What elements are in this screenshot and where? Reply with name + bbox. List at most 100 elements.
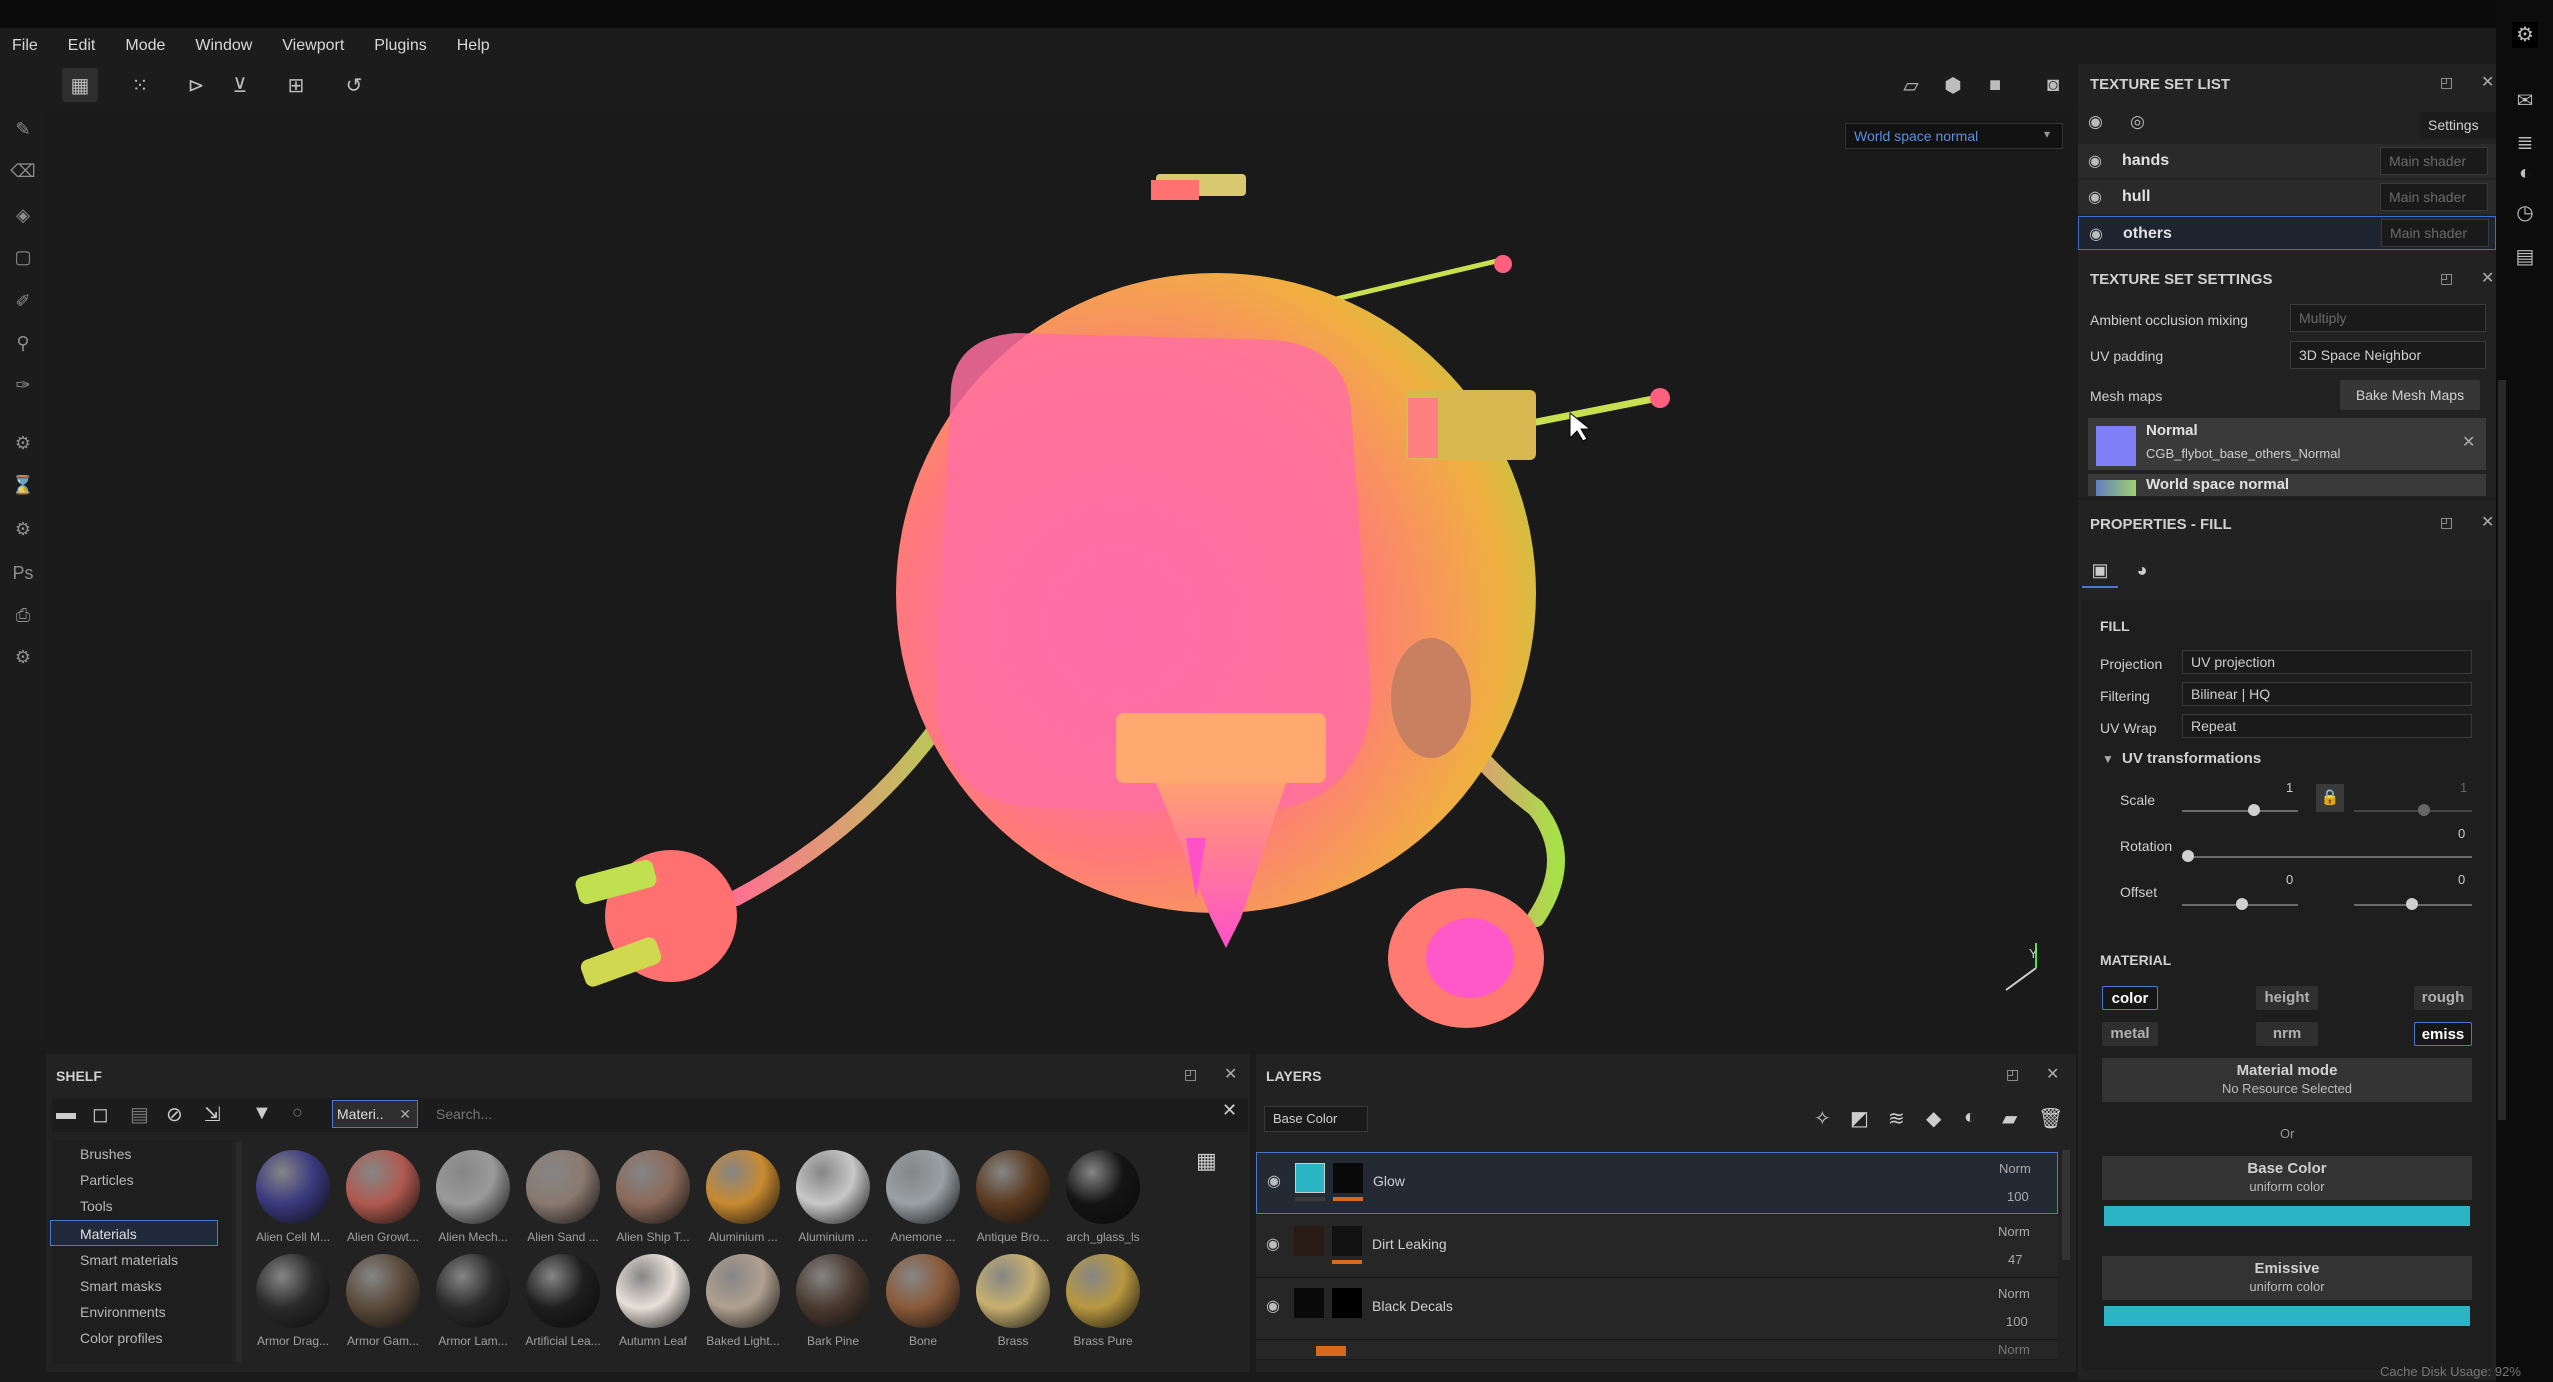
layer-blend-mode[interactable]: Norm (1998, 1224, 2030, 1239)
uv-transformations-label[interactable]: UV transformations (2122, 750, 2261, 767)
layer-row[interactable]: ◉ Black Decals Norm 100 (1256, 1278, 2058, 1340)
undock-icon[interactable]: ◰ (2440, 514, 2453, 531)
offset-slider-knob-2[interactable] (2406, 898, 2418, 910)
close-icon[interactable]: ✕ (2481, 512, 2494, 532)
shelf-category[interactable]: Environments (80, 1304, 166, 1320)
rotation-slider-track[interactable] (2182, 856, 2472, 858)
layer-blend-mode[interactable]: Norm (1999, 1161, 2031, 1176)
menu-viewport[interactable]: Viewport (282, 37, 344, 55)
scale-slider-knob-2[interactable] (2418, 804, 2430, 816)
shelf-category[interactable]: Particles (80, 1172, 134, 1188)
menu-mode[interactable]: Mode (125, 37, 165, 55)
eye-icon[interactable]: ◉ (1266, 1296, 1280, 1316)
add-effect-icon[interactable]: ≋ (1888, 1106, 1905, 1131)
paint-brush-icon[interactable]: ✎ (10, 116, 36, 142)
material-thumbnail[interactable] (706, 1150, 780, 1224)
channel-rough-toggle[interactable]: rough (2414, 986, 2472, 1010)
new-file-icon[interactable]: ◻ (92, 1102, 109, 1127)
projection-select[interactable]: UV projection (2182, 650, 2472, 674)
polygon-fill-icon[interactable]: ▢ (10, 244, 36, 270)
export-icon[interactable]: ⎙ (10, 602, 36, 628)
settings-button[interactable]: Settings (2420, 112, 2496, 138)
archive-icon[interactable]: ▤ (130, 1102, 149, 1127)
layer-blend-mode[interactable]: Norm (1998, 1342, 2030, 1357)
channel-nrm-toggle[interactable]: nrm (2256, 1022, 2318, 1046)
settings-gear-icon[interactable]: ⚙ (2512, 22, 2538, 48)
scale-slider-knob[interactable] (2248, 804, 2260, 816)
layers-stack-icon[interactable]: ≣ (2512, 130, 2538, 156)
layer-channel-select[interactable]: Base Color (1264, 1106, 1368, 1132)
menu-window[interactable]: Window (195, 37, 252, 55)
material-thumbnail[interactable] (526, 1254, 600, 1328)
material-thumbnail[interactable] (256, 1254, 330, 1328)
menu-plugins[interactable]: Plugins (374, 37, 426, 55)
undock-icon[interactable]: ◰ (2006, 1066, 2019, 1083)
chevron-down-icon[interactable]: ▼ (2102, 752, 2114, 766)
emissive-swatch[interactable] (2104, 1306, 2470, 1326)
texture-set-row[interactable]: ◉ hands Main shader (2078, 144, 2496, 178)
history-clock-icon[interactable]: ◷ (2512, 200, 2538, 226)
fill-properties-tab-icon[interactable]: ▣ (2082, 552, 2118, 588)
shading-icon[interactable]: ◐ (2512, 160, 2538, 186)
properties-scrollbar[interactable] (2498, 380, 2506, 1120)
material-mode-slot[interactable]: Material mode No Resource Selected (2102, 1058, 2472, 1102)
menu-edit[interactable]: Edit (68, 37, 96, 55)
material-thumbnail[interactable] (526, 1150, 600, 1224)
refresh-icon[interactable]: ○ (292, 1102, 303, 1123)
material-thumbnail[interactable] (1066, 1150, 1140, 1224)
shelf-category[interactable]: Materials (80, 1226, 137, 1242)
log-icon[interactable]: ▤ (2512, 244, 2538, 270)
ao-mixing-select[interactable]: Multiply (2290, 304, 2486, 332)
layer-row-selected[interactable]: ◉ Glow Norm 100 (1256, 1152, 2058, 1214)
shelf-category[interactable]: Tools (80, 1198, 113, 1214)
material-thumbnail[interactable] (886, 1254, 960, 1328)
shader-select[interactable]: Main shader (2380, 147, 2488, 175)
material-thumbnail[interactable] (436, 1254, 510, 1328)
material-thumbnail[interactable] (346, 1150, 420, 1224)
shelf-category[interactable]: Color profiles (80, 1330, 162, 1346)
shader-select[interactable]: Main shader (2381, 219, 2489, 247)
emissive-slot[interactable]: Emissive uniform color (2102, 1256, 2472, 1300)
bake-icon[interactable]: ⚙ (10, 430, 36, 456)
eye-icon[interactable]: ◉ (2088, 187, 2102, 207)
undock-icon[interactable]: ◰ (2440, 270, 2453, 287)
folder-icon[interactable]: ▬ (56, 1102, 76, 1125)
close-icon[interactable]: ✕ (399, 1101, 411, 1127)
camera-icon[interactable]: ■ (1977, 68, 2013, 102)
filter-tag[interactable]: Materi.. ✕ (332, 1100, 418, 1128)
view-3d-icon[interactable]: ⬢ (1935, 68, 1971, 102)
material-thumbnail[interactable] (796, 1254, 870, 1328)
rotation-slider-knob[interactable] (2182, 850, 2194, 862)
shelf-category[interactable]: Smart materials (80, 1252, 178, 1268)
hourglass-icon[interactable]: ⌛ (10, 472, 36, 498)
close-icon[interactable]: ✕ (1224, 1064, 1237, 1084)
undock-icon[interactable]: ◰ (2440, 74, 2453, 91)
add-icon[interactable]: ⊞ (278, 68, 314, 102)
layer-opacity[interactable]: 47 (2008, 1252, 2022, 1267)
material-thumbnail[interactable] (886, 1150, 960, 1224)
projection-icon[interactable]: ◈ (10, 202, 36, 228)
color-picker-icon[interactable]: ✑ (10, 372, 36, 398)
add-layer-icon[interactable]: ◐ (1964, 1106, 1976, 1129)
smudge-icon[interactable]: ✐ (10, 288, 36, 314)
material-tab-icon[interactable]: ◕ (2124, 552, 2160, 588)
shelf-scrollbar[interactable] (236, 1142, 242, 1362)
material-thumbnail[interactable] (616, 1254, 690, 1328)
eye-icon[interactable]: ◉ (2088, 151, 2102, 171)
base-color-slot[interactable]: Base Color uniform color (2102, 1156, 2472, 1200)
screenshot-icon[interactable]: ◙ (2035, 68, 2071, 102)
texture-set-row-selected[interactable]: ◉ others Main shader (2078, 216, 2496, 250)
material-thumbnail[interactable] (346, 1254, 420, 1328)
shelf-category[interactable]: Brushes (80, 1146, 131, 1162)
mesh-map-row[interactable]: World space normal (2088, 474, 2486, 496)
magic-wand-icon[interactable]: ✧ (1814, 1106, 1831, 1131)
visibility-toggle-icon[interactable]: ◉ (2088, 112, 2103, 132)
channel-metal-toggle[interactable]: metal (2102, 1022, 2158, 1046)
layer-opacity[interactable]: 100 (2007, 1189, 2029, 1204)
photoshop-icon[interactable]: Ps (10, 560, 36, 586)
material-thumbnail[interactable] (1066, 1254, 1140, 1328)
close-icon[interactable]: ✕ (2462, 432, 2475, 452)
shelf-category[interactable]: Smart masks (80, 1278, 162, 1294)
layer-blend-mode[interactable]: Norm (1998, 1286, 2030, 1301)
view-2d-icon[interactable]: ▱ (1893, 68, 1929, 102)
